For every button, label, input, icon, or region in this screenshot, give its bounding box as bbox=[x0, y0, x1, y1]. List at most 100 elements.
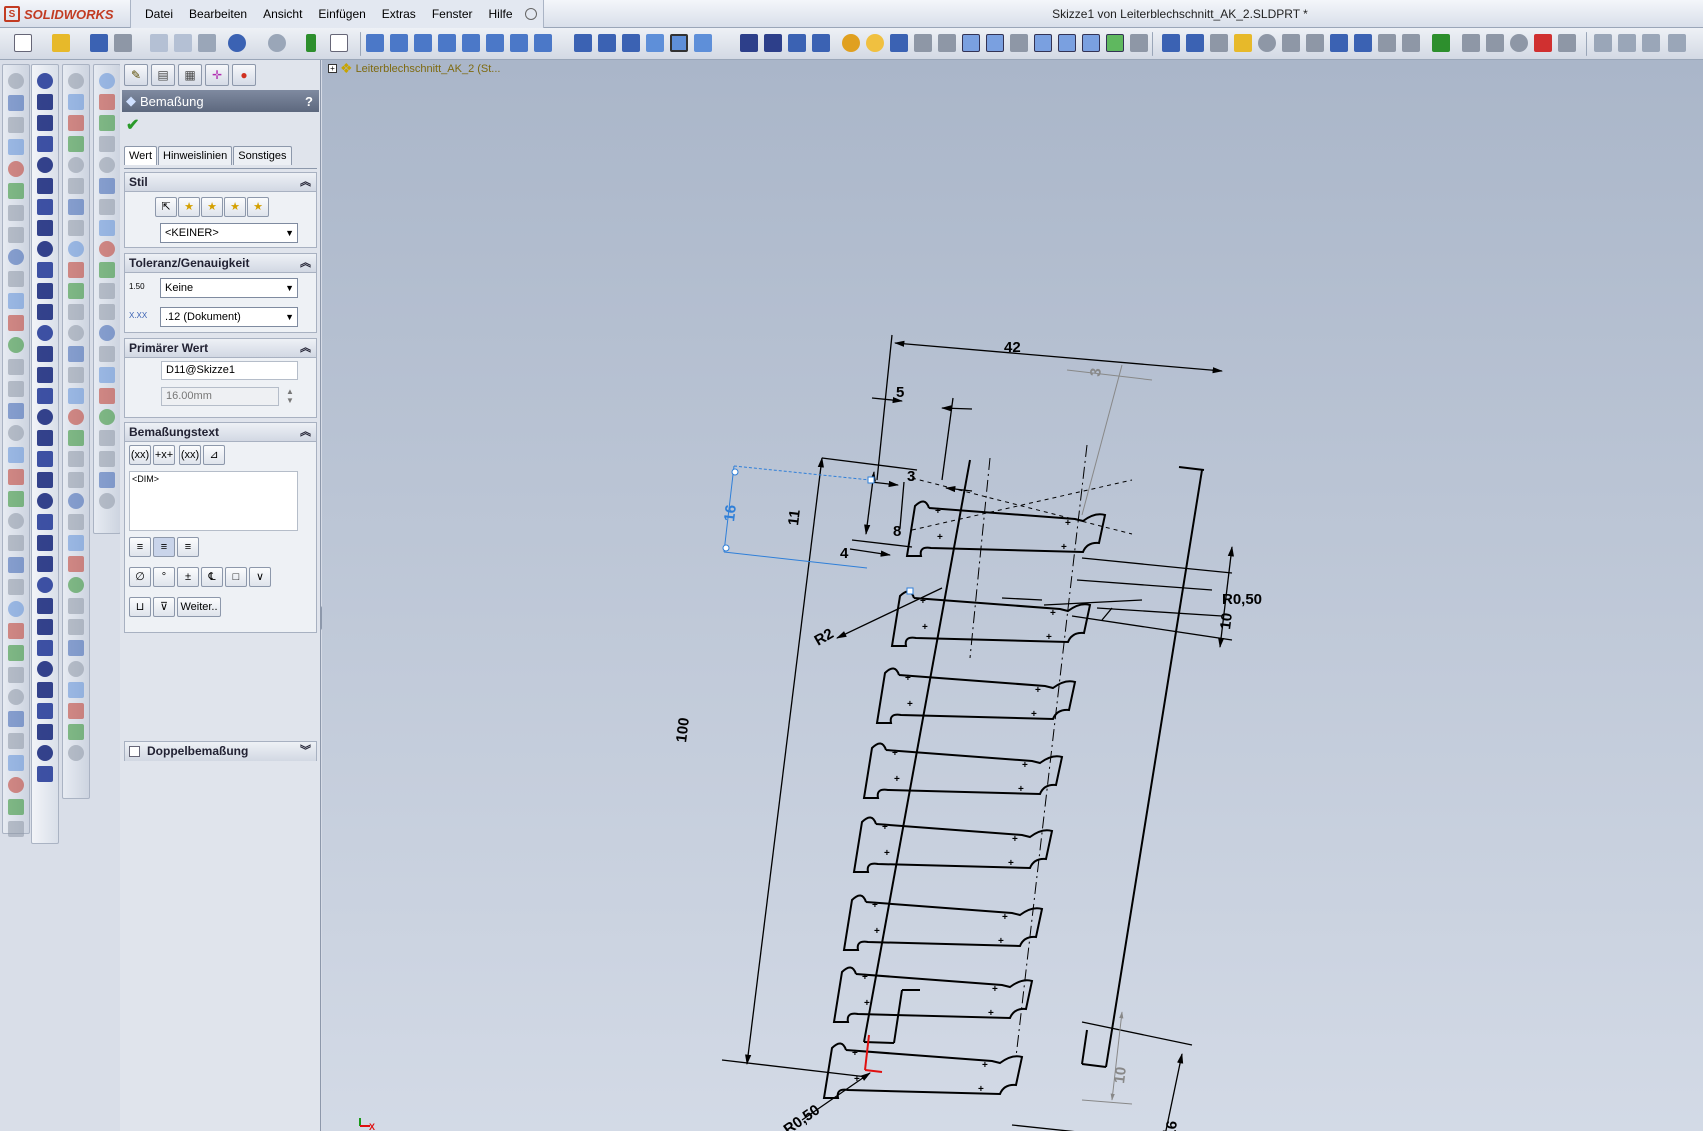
view-right-icon[interactable] bbox=[438, 34, 456, 52]
toolbar-tool-icon[interactable] bbox=[8, 227, 24, 243]
toolbar-tool-icon[interactable] bbox=[68, 178, 84, 194]
toolbar-tool-icon[interactable] bbox=[37, 367, 53, 383]
toolbar-tool-icon[interactable] bbox=[8, 205, 24, 221]
insert-dim-angle-button[interactable]: ⊿ bbox=[203, 445, 225, 465]
toolbar-tool-icon[interactable] bbox=[68, 136, 84, 152]
diameter-symbol-button[interactable]: ∅ bbox=[129, 567, 151, 587]
toolbar-tool-icon[interactable] bbox=[8, 447, 24, 463]
toolbar-tool-icon[interactable] bbox=[37, 220, 53, 236]
collapse-icon[interactable]: ︽ bbox=[300, 173, 311, 192]
display-hidden-icon[interactable] bbox=[622, 34, 640, 52]
toolbar-tool-icon[interactable] bbox=[8, 271, 24, 287]
hide-show-points-icon[interactable] bbox=[1010, 34, 1028, 52]
toolbar-tool-icon[interactable] bbox=[99, 325, 115, 341]
toolbar-tool-icon[interactable] bbox=[8, 821, 24, 837]
toolbar-tool-icon[interactable] bbox=[99, 178, 115, 194]
tab-sonstiges[interactable]: Sonstiges bbox=[233, 146, 292, 165]
load-style-icon[interactable]: ★ bbox=[247, 197, 269, 217]
toolbar-tool-icon[interactable] bbox=[37, 598, 53, 614]
dimxpert-tab-icon[interactable]: ✛ bbox=[205, 64, 229, 86]
feature-manager-tab-icon[interactable]: ✎ bbox=[124, 64, 148, 86]
tolerance-select[interactable]: Keine ▼ bbox=[160, 278, 298, 298]
toolbar-tool-icon[interactable] bbox=[68, 262, 84, 278]
toolbar-tool-icon[interactable] bbox=[68, 304, 84, 320]
configuration-manager-tab-icon[interactable]: ▦ bbox=[178, 64, 202, 86]
rebuild-icon[interactable] bbox=[306, 34, 316, 52]
addins-icon[interactable] bbox=[1432, 34, 1450, 52]
dimension-name-field[interactable]: D11@Skizze1 bbox=[161, 361, 298, 380]
draft-analysis-icon[interactable] bbox=[1282, 34, 1300, 52]
dim-3-driven[interactable]: 3 bbox=[1087, 367, 1105, 377]
dim-100[interactable]: 100 bbox=[673, 717, 693, 744]
dual-dimension-checkbox[interactable] bbox=[129, 746, 140, 757]
toolbar-tool-icon[interactable] bbox=[68, 535, 84, 551]
menu-extras[interactable]: Extras bbox=[374, 0, 424, 28]
toolbar-tool-icon[interactable] bbox=[8, 601, 24, 617]
view-bottom-icon[interactable] bbox=[486, 34, 504, 52]
tool-c-icon[interactable] bbox=[1642, 34, 1660, 52]
square-symbol-button[interactable]: □ bbox=[225, 567, 247, 587]
toolbar-tool-icon[interactable] bbox=[68, 346, 84, 362]
view-trimetric-icon[interactable] bbox=[534, 34, 552, 52]
toolbar-tool-icon[interactable] bbox=[68, 619, 84, 635]
toolbar-tool-icon[interactable] bbox=[8, 557, 24, 573]
toolbar-tool-icon[interactable] bbox=[68, 472, 84, 488]
toolbar-tool-icon[interactable] bbox=[37, 283, 53, 299]
toolbar-tool-icon[interactable] bbox=[8, 491, 24, 507]
toolbar-tool-icon[interactable] bbox=[8, 469, 24, 485]
toolbar-tool-icon[interactable] bbox=[8, 425, 24, 441]
toolbar-tool-icon[interactable] bbox=[99, 472, 115, 488]
dim-42[interactable]: 42 bbox=[1004, 339, 1021, 356]
redraw-icon[interactable] bbox=[890, 34, 908, 52]
toolbar-tool-icon[interactable] bbox=[8, 73, 24, 89]
toolbar-tool-icon[interactable] bbox=[8, 645, 24, 661]
toolbar-tool-icon[interactable] bbox=[68, 430, 84, 446]
view-front-icon[interactable] bbox=[366, 34, 384, 52]
toolbar-tool-icon[interactable] bbox=[37, 451, 53, 467]
print-preview-icon[interactable] bbox=[150, 34, 168, 52]
dim-r050-bottom[interactable]: R0,50 bbox=[781, 1101, 824, 1131]
toolbar-tool-icon[interactable] bbox=[8, 381, 24, 397]
display-shaded-icon[interactable] bbox=[574, 34, 592, 52]
dimension-text-area[interactable]: <DIM> bbox=[129, 471, 298, 531]
property-manager-tab-icon[interactable]: ▤ bbox=[151, 64, 175, 86]
collapse-icon[interactable]: ︽ bbox=[300, 254, 311, 273]
print-icon[interactable] bbox=[114, 34, 132, 52]
zoom-in-out-icon[interactable] bbox=[764, 34, 782, 52]
normal-to-icon[interactable] bbox=[646, 34, 664, 52]
display-edges-icon[interactable] bbox=[598, 34, 616, 52]
toolbar-tool-icon[interactable] bbox=[8, 733, 24, 749]
tab-hinweislinien[interactable]: Hinweislinien bbox=[158, 146, 233, 165]
toolbar-tool-icon[interactable] bbox=[68, 220, 84, 236]
menu-hilfe[interactable]: Hilfe bbox=[481, 0, 521, 28]
options-icon[interactable] bbox=[174, 34, 192, 52]
hide-show-origins-icon[interactable] bbox=[1034, 34, 1052, 52]
grid-icon[interactable] bbox=[914, 34, 932, 52]
group-primaer-header[interactable]: Primärer Wert ︽ bbox=[125, 339, 316, 358]
align-right-icon[interactable]: ≡ bbox=[177, 537, 199, 557]
menu-ansicht[interactable]: Ansicht bbox=[255, 0, 310, 28]
toolbar-tool-icon[interactable] bbox=[37, 514, 53, 530]
group-text-header[interactable]: Bemaßungstext ︽ bbox=[125, 423, 316, 442]
expand-icon[interactable]: ︾ bbox=[300, 742, 311, 761]
toolbar-tool-icon[interactable] bbox=[68, 241, 84, 257]
menu-fenster[interactable]: Fenster bbox=[424, 0, 481, 28]
toolbar-tool-icon[interactable] bbox=[8, 315, 24, 331]
toolbar-tool-icon[interactable] bbox=[8, 711, 24, 727]
collapse-icon[interactable]: ︽ bbox=[300, 423, 311, 442]
align-center-icon[interactable]: ≡ bbox=[153, 537, 175, 557]
insert-dim-tol-button[interactable]: +x+ bbox=[153, 445, 175, 465]
depth-symbol-button[interactable]: ⊽ bbox=[153, 597, 175, 617]
save-icon[interactable] bbox=[90, 34, 108, 52]
toolbar-tool-icon[interactable] bbox=[8, 249, 24, 265]
graphics-area[interactable]: + ❖ Leiterblechschnitt_AK_2 (St... + + + + +… bbox=[322, 60, 1703, 1131]
dim-8[interactable]: 8 bbox=[893, 523, 901, 540]
countersink-symbol-button[interactable]: ∨ bbox=[249, 567, 271, 587]
toolbar-tool-icon[interactable] bbox=[8, 337, 24, 353]
tool-d-icon[interactable] bbox=[1668, 34, 1686, 52]
zoom-area-icon[interactable] bbox=[740, 34, 758, 52]
undo-icon[interactable] bbox=[228, 34, 246, 52]
toolbar-tool-icon[interactable] bbox=[37, 493, 53, 509]
toolbar-tool-icon[interactable] bbox=[8, 667, 24, 683]
toolbar-tool-icon[interactable] bbox=[8, 183, 24, 199]
